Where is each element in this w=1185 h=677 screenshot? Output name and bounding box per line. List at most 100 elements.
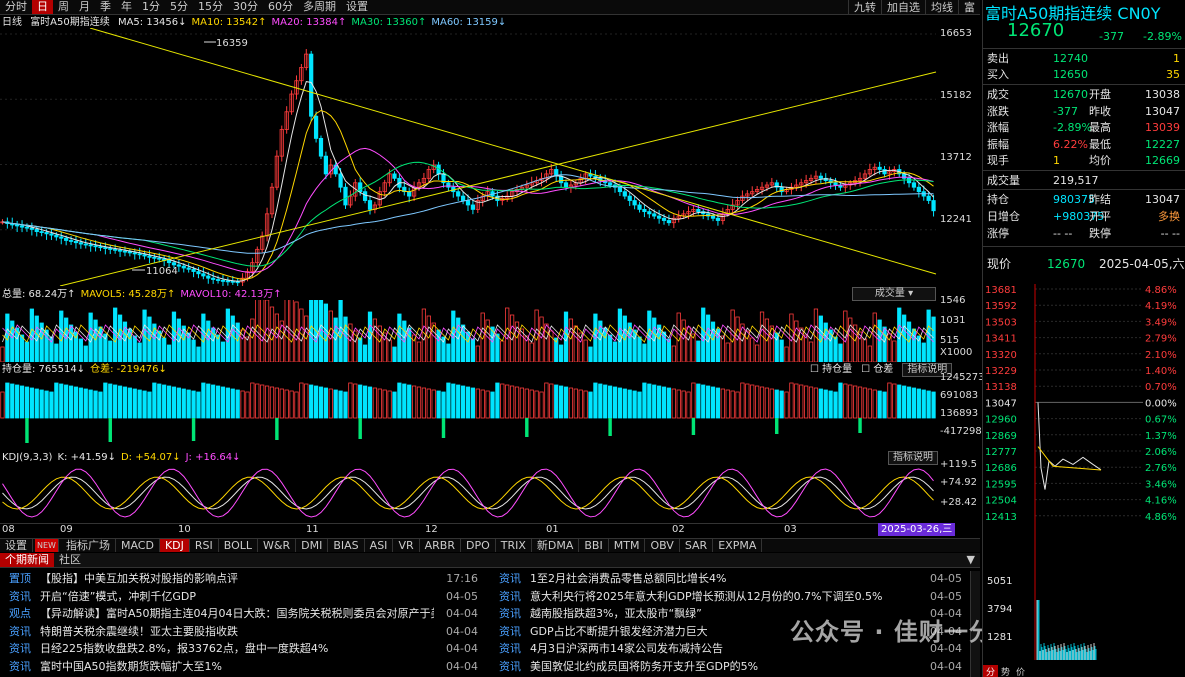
- indicator-tab[interactable]: MTM: [609, 539, 646, 552]
- news-row[interactable]: 资讯 日经225指数收盘跌2.8%，报33762点，盘中一度跌超4% 04-04: [0, 641, 484, 657]
- indicator-tab[interactable]: BIAS: [328, 539, 365, 552]
- news-row[interactable]: 资讯 美国敦促北约成员国将防务开支升至GDP的5% 04-04: [490, 659, 968, 675]
- indicator-tab[interactable]: EXPMA: [713, 539, 763, 552]
- indicator-tab[interactable]: 设置: [0, 539, 33, 552]
- tab-trend[interactable]: 势: [998, 665, 1013, 677]
- toolbar-right-group: 九转 加自选 均线富: [848, 0, 980, 15]
- date-tick: 03: [784, 524, 797, 535]
- volume-tick: X1000: [940, 347, 973, 358]
- kdj-chart[interactable]: [0, 465, 938, 521]
- candle-body: [608, 182, 613, 186]
- volume-chart[interactable]: [0, 300, 938, 362]
- oi-bar: [176, 387, 181, 419]
- indicator-tab[interactable]: OBV: [645, 539, 680, 552]
- period-tab[interactable]: 月: [74, 0, 95, 14]
- period-tab[interactable]: 30分: [228, 0, 263, 14]
- indicator-tab[interactable]: W&R: [258, 539, 297, 552]
- news-title[interactable]: 【异动解读】富时A50期指主连04月04日大跌：国务院关税税则委员会对原产于美.…: [40, 606, 434, 622]
- indicator-tab[interactable]: BOLL: [219, 539, 259, 552]
- tab-price[interactable]: 价: [1013, 665, 1028, 677]
- oi-bar: [29, 387, 34, 419]
- open-interest-chart[interactable]: [0, 376, 938, 446]
- date-tick: 12: [425, 524, 438, 535]
- candlestick-chart[interactable]: 16359 11064: [0, 28, 940, 286]
- oi-toggle-position[interactable]: ☐ 持仓量: [810, 363, 857, 377]
- tab-futures-news[interactable]: 个期新闻: [0, 553, 54, 567]
- news-row[interactable]: 资讯 特朗普关税余震继续！亚太主要股指收跌 04-04: [0, 624, 484, 640]
- indicator-tab[interactable]: 新DMA: [532, 539, 580, 552]
- news-row[interactable]: 观点 【异动解读】富时A50期指主连04月04日大跌：国务院关税税则委员会对原产于…: [0, 606, 484, 622]
- indicator-tab[interactable]: ASI: [365, 539, 394, 552]
- indicator-tab[interactable]: SAR: [680, 539, 714, 552]
- indicator-tab[interactable]: MACD: [116, 539, 160, 552]
- news-title[interactable]: 开启“倍速”模式，冲刺千亿GDP: [40, 589, 434, 605]
- holding-value: -- --: [1160, 227, 1180, 240]
- news-title[interactable]: 日经225指数收盘跌2.8%，报33762点，盘中一度跌超4%: [40, 641, 434, 657]
- volume-bar: [44, 329, 49, 362]
- toolbar-right-button[interactable]: 均线: [925, 0, 958, 15]
- period-tab[interactable]: 60分: [263, 0, 298, 14]
- oi-bar: [289, 390, 294, 419]
- intraday-pct-tick: 2.06%: [1145, 447, 1177, 458]
- holding-value: 多换: [1158, 210, 1180, 223]
- period-tab[interactable]: 季: [95, 0, 116, 14]
- intraday-chart[interactable]: 13681 4.86% 13592 4.19% 13503 3.49% 13411 2.79%…: [983, 284, 1185, 664]
- period-tab[interactable]: 15分: [193, 0, 228, 14]
- intraday-pct-tick: 3.49%: [1145, 317, 1177, 328]
- indicator-tab[interactable]: BBI: [579, 539, 609, 552]
- oi-bar: [304, 383, 309, 419]
- candle-body: [323, 155, 329, 175]
- news-title[interactable]: 特朗普关税余震继续！亚太主要股指收跌: [40, 624, 434, 640]
- news-row[interactable]: 资讯 富时中国A50指数期货跌幅扩大至1% 04-04: [0, 659, 484, 675]
- news-title[interactable]: 美国敦促北约成员国将防务开支升至GDP的5%: [530, 659, 918, 675]
- period-tab[interactable]: 1分: [137, 0, 165, 14]
- indicator-tab[interactable]: ARBR: [420, 539, 461, 552]
- indicator-tab[interactable]: DMI: [296, 539, 329, 552]
- news-title[interactable]: 意大利央行将2025年意大利GDP增长预测从12月份的0.7%下调至0.5%: [530, 589, 918, 605]
- toolbar-right-button[interactable]: 富: [958, 0, 980, 15]
- tab-intraday[interactable]: 分: [983, 665, 999, 677]
- indicator-tab[interactable]: KDJ: [159, 539, 190, 552]
- intraday-pct-tick: 3.46%: [1145, 479, 1177, 490]
- candle-body: [15, 224, 20, 227]
- kdj-indicator-help-button[interactable]: 指标说明: [888, 451, 938, 465]
- news-row[interactable]: 资讯 1至2月社会消费品零售总额同比增长4% 04-05: [490, 571, 968, 587]
- toolbar-right-button[interactable]: 加自选: [881, 0, 925, 15]
- oi-diff-bar: [25, 418, 29, 443]
- news-title[interactable]: 1至2月社会消费品零售总额同比增长4%: [530, 571, 918, 587]
- oi-bar: [872, 389, 877, 419]
- period-tab[interactable]: 设置: [341, 0, 373, 14]
- intraday-price-tick: 12777: [985, 447, 1017, 458]
- period-tab[interactable]: 5分: [165, 0, 193, 14]
- tab-community[interactable]: 社区: [54, 553, 86, 567]
- intraday-price-tick: 12413: [985, 512, 1017, 523]
- candle-body: [926, 195, 931, 201]
- indicator-tab[interactable]: 指标广场: [61, 539, 116, 552]
- news-row[interactable]: 资讯 开启“倍速”模式，冲刺千亿GDP 04-05: [0, 589, 484, 605]
- oi-toggle-diff[interactable]: ☐ 仓差: [861, 363, 898, 377]
- period-tab[interactable]: 周: [53, 0, 74, 14]
- volume-indicator-select[interactable]: 成交量 ▾: [852, 287, 936, 301]
- news-title[interactable]: 富时中国A50指数期货跌幅扩大至1%: [40, 659, 434, 675]
- collapse-icon[interactable]: ▼: [962, 553, 980, 567]
- volume-bar: [588, 346, 593, 362]
- volume-bar: [362, 344, 368, 362]
- period-tab[interactable]: 分时: [0, 0, 32, 14]
- news-title[interactable]: 【股指】中美互加关税对股指的影响点评: [40, 571, 434, 587]
- intraday-price-line: [1037, 402, 1102, 490]
- indicator-tab[interactable]: TRIX: [496, 539, 532, 552]
- indicator-tab[interactable]: RSI: [190, 539, 219, 552]
- quote-value: -2.89%: [1053, 121, 1092, 134]
- period-tab[interactable]: 日: [32, 0, 53, 14]
- volume-bar: [250, 318, 255, 362]
- oi-bar: [539, 391, 544, 419]
- oi-bar: [657, 385, 662, 419]
- news-row[interactable]: 资讯 意大利央行将2025年意大利GDP增长预测从12月份的0.7%下调至0.5%…: [490, 589, 968, 605]
- period-tab[interactable]: 多周期: [298, 0, 341, 14]
- period-tab[interactable]: 年: [116, 0, 137, 14]
- news-row[interactable]: 置顶 【股指】中美互加关税对股指的影响点评 17:16: [0, 571, 484, 587]
- news-time: 04-04: [446, 607, 478, 620]
- toolbar-right-button[interactable]: 九转: [848, 0, 881, 15]
- indicator-tab[interactable]: DPO: [461, 539, 496, 552]
- indicator-tab[interactable]: VR: [393, 539, 420, 552]
